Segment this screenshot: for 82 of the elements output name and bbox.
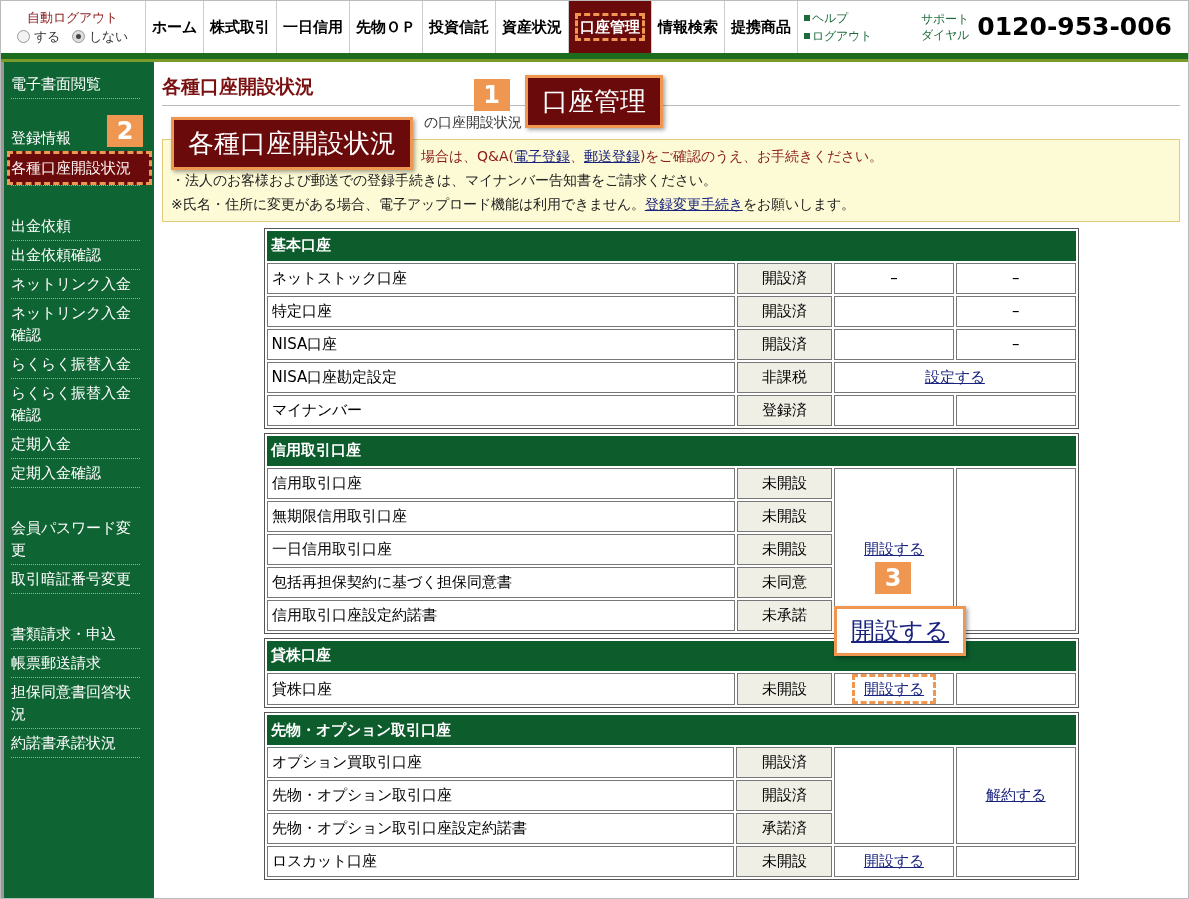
status-cell: 開設済 — [736, 747, 833, 778]
table-cell: ロスカット口座 — [266, 846, 735, 877]
sidebar-item[interactable]: 定期入金 — [11, 430, 140, 458]
sidebar-item[interactable]: らくらく振替入金確認 — [11, 379, 140, 429]
table-cell: – — [955, 262, 1076, 294]
sidebar-item[interactable]: 会員パスワード変更 — [11, 514, 140, 564]
section-header: 先物・オプション取引口座 — [266, 715, 1076, 745]
radio-button[interactable] — [72, 30, 86, 44]
status-cell: 非課税 — [736, 361, 833, 393]
section-header: 信用取引口座 — [266, 435, 1076, 466]
callout-label: 口座管理 — [524, 75, 663, 128]
sidebar-item[interactable]: 各種口座開設状況 — [7, 151, 152, 185]
table-cell: 包括再担保契約に基づく担保同意書 — [266, 566, 735, 598]
table-cell: 特定口座 — [266, 295, 735, 327]
table-cell: – — [955, 328, 1076, 360]
sidebar-item[interactable]: 約諾書承諾状況 — [11, 729, 140, 757]
table-cell: NISA口座 — [266, 328, 735, 360]
table-cell: 貸株口座 — [266, 672, 735, 705]
status-cell: 登録済 — [736, 394, 833, 426]
sidebar-item[interactable]: ネットリンク入金確認 — [11, 299, 140, 349]
radio-label[interactable]: する — [34, 27, 61, 47]
sidebar-item[interactable]: 担保同意書回答状況 — [11, 678, 140, 728]
status-cell: 未開設 — [736, 533, 833, 565]
notice-link[interactable]: 電子登録 — [514, 147, 570, 164]
table-link[interactable]: 解約する — [985, 784, 1046, 807]
step-number: 2 — [107, 115, 143, 147]
step-number: 3 — [875, 561, 912, 594]
status-cell: 未承諾 — [736, 599, 833, 631]
sidebar-item[interactable]: らくらく振替入金 — [11, 350, 140, 378]
square-bullet-icon — [803, 33, 810, 39]
sidebar-item[interactable]: 出金依頼確認 — [11, 241, 140, 269]
step-number: 1 — [473, 79, 510, 111]
status-cell: 未同意 — [736, 566, 833, 598]
callout-label: 各種口座開設状況 — [171, 117, 413, 170]
table-cell: NISA口座勘定設定 — [266, 361, 735, 393]
notice-text: ※氏名・住所に変更がある場合、電子アップロード機能は利用できません。登録変更手続き をお願いします。 — [171, 194, 856, 214]
sidebar-item[interactable]: 書類請求・申込 — [11, 620, 140, 648]
help-link[interactable]: ログアウト — [811, 27, 872, 45]
table-cell: 先物・オプション取引口座設定約諾書 — [266, 813, 735, 844]
notice-link[interactable]: 郵送登録 — [584, 147, 640, 164]
status-cell: 開設済 — [736, 262, 833, 294]
section-header: 基本口座 — [266, 230, 1076, 261]
status-cell: 開設済 — [736, 328, 833, 360]
table-cell: 一日信用取引口座 — [266, 533, 735, 565]
table-cell: マイナンバー — [266, 394, 735, 426]
square-bullet-icon — [803, 15, 810, 21]
table-cell: – — [834, 262, 954, 294]
status-cell: 未開設 — [736, 467, 833, 499]
auto-logout-label: 自動ログアウト — [27, 8, 119, 27]
table-cell: 信用取引口座設定約諾書 — [266, 599, 735, 631]
support-label: サポート — [921, 11, 970, 27]
support-label: ダイヤル — [921, 27, 970, 43]
status-cell: 承諾済 — [736, 813, 833, 844]
table-cell: オプション買取引口座 — [266, 747, 735, 778]
notice-text: ・法人のお客様および郵送での登録手続きは、マイナンバー告知書をご請求ください。 — [171, 170, 718, 190]
notice-link[interactable]: 登録変更手続き — [644, 195, 743, 212]
table-link[interactable]: 開設する — [864, 537, 925, 561]
breadcrumb: の口座開設状況 — [423, 112, 523, 132]
sidebar-item[interactable]: 帳票郵送請求 — [11, 649, 140, 677]
status-cell: 未開設 — [736, 846, 833, 877]
table-link[interactable]: 開設する — [852, 673, 937, 704]
status-cell: 未開設 — [736, 672, 833, 705]
radio-label[interactable]: しない — [89, 27, 129, 47]
table-cell: 先物・オプション取引口座 — [266, 780, 735, 811]
sidebar-item[interactable]: 取引暗証番号変更 — [11, 565, 140, 593]
table-cell: 信用取引口座 — [266, 467, 735, 499]
sidebar-item[interactable]: ネットリンク入金 — [11, 270, 140, 298]
support-phone: 0120-953-006 — [977, 11, 1172, 44]
nav-tab[interactable]: 口座管理 — [568, 1, 652, 53]
status-cell: 開設済 — [736, 295, 833, 327]
sidebar-item[interactable]: 電子書面閲覧 — [11, 70, 140, 98]
sidebar-item[interactable]: 定期入金確認 — [11, 459, 140, 487]
sidebar-heading: 登録情報 — [11, 128, 71, 149]
status-cell: 開設済 — [736, 780, 833, 811]
table-link[interactable]: 設定する — [924, 365, 985, 389]
table-cell: 無期限信用取引口座 — [266, 500, 735, 532]
help-link[interactable]: ヘルプ — [811, 9, 848, 27]
sidebar-item[interactable]: 出金依頼 — [11, 212, 140, 240]
table-cell: ネットストック口座 — [266, 262, 735, 294]
table-cell: – — [955, 295, 1076, 327]
status-cell: 未開設 — [736, 500, 833, 532]
radio-button[interactable] — [17, 30, 31, 44]
